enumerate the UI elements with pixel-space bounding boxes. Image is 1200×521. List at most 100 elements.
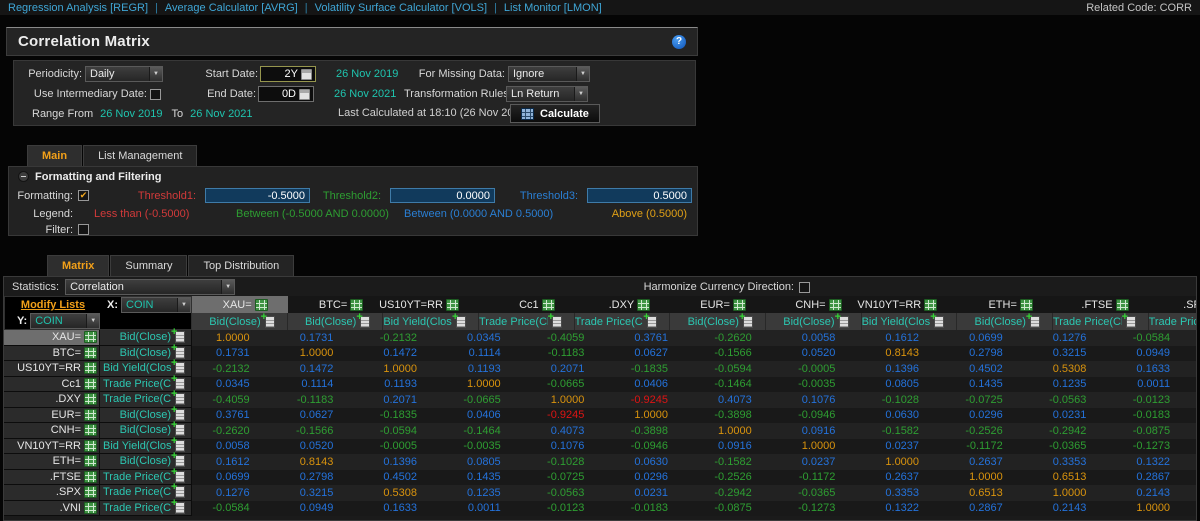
spreadsheet-icon[interactable] [1020,299,1033,311]
row-field-us10yt-rr[interactable]: Bid Yield(Close)+ [100,361,192,377]
col-field-vn10yt-rr[interactable]: Bid Yield(Close)+ [862,313,958,330]
add-field-icon[interactable]: + [839,316,849,328]
periodicity-dropdown[interactable]: Daily ▼ [85,66,163,82]
row-header-cnh[interactable]: CNH= [4,423,100,439]
col-header-us10yt-rr[interactable]: US10YT=RR [383,296,479,313]
intermediary-date-checkbox[interactable] [150,89,161,100]
row-header-us10yt-rr[interactable]: US10YT=RR [4,361,100,377]
harmonize-checkbox[interactable] [799,282,810,293]
add-field-icon[interactable]: + [552,316,562,328]
x-list-dropdown[interactable]: COIN ▼ [121,297,191,313]
row-field-cc1[interactable]: Trade Price(Clos+ [100,377,192,393]
add-field-icon[interactable]: + [934,316,944,328]
spreadsheet-icon[interactable] [84,471,97,483]
col-header-btc[interactable]: BTC= [288,296,384,313]
help-icon[interactable]: ? [672,35,686,49]
end-date-input[interactable] [262,88,296,100]
col-header-spx[interactable]: .SPX [1149,296,1197,313]
col-header-ftse[interactable]: .FTSE [1053,296,1149,313]
col-field-spx[interactable]: Trade Price(Clos+ [1149,313,1197,330]
spreadsheet-icon[interactable] [255,299,268,311]
nav-link-volatility-surface-calculator-vols[interactable]: Volatility Surface Calculator [VOLS] [315,2,487,14]
calendar-icon[interactable] [299,89,310,100]
row-header-eth[interactable]: ETH= [4,454,100,470]
statistics-dropdown[interactable]: Correlation ▼ [65,279,235,295]
tab-main[interactable]: Main [27,145,82,166]
spreadsheet-icon[interactable] [84,424,97,436]
col-field-eth[interactable]: Bid(Close)+ [957,313,1053,330]
col-field-ftse[interactable]: Trade Price(Clos+ [1053,313,1149,330]
row-header-xau[interactable]: XAU= [4,330,100,346]
collapse-icon[interactable] [18,171,29,182]
start-date-input[interactable] [264,68,298,80]
row-header-vn10yt-rr[interactable]: VN10YT=RR [4,439,100,455]
transformation-dropdown[interactable]: Ln Return ▼ [506,86,588,102]
spreadsheet-icon[interactable] [84,362,97,374]
row-field-cnh[interactable]: Bid(Close)+ [100,423,192,439]
row-field-eth[interactable]: Bid(Close)+ [100,454,192,470]
spreadsheet-icon[interactable] [446,299,459,311]
start-date-field[interactable] [260,66,316,82]
tab-summary[interactable]: Summary [110,255,187,276]
spreadsheet-icon[interactable] [924,299,937,311]
row-field-eur[interactable]: Bid(Close)+ [100,408,192,424]
row-field-vni[interactable]: Trade Price(Clos+ [100,501,192,517]
calculate-button[interactable]: Calculate [510,104,600,123]
row-field-btc[interactable]: Bid(Close)+ [100,346,192,362]
end-date-field[interactable] [258,86,314,102]
y-list-dropdown[interactable]: COIN ▼ [30,313,100,329]
add-field-icon[interactable]: + [360,316,370,328]
add-field-icon[interactable]: + [647,316,657,328]
add-field-icon[interactable]: + [1126,316,1136,328]
threshold2-input[interactable] [390,188,495,203]
tab-list-management[interactable]: List Management [83,145,197,166]
add-field-icon[interactable]: + [743,316,753,328]
row-header-btc[interactable]: BTC= [4,346,100,362]
row-header-spx[interactable]: .SPX [4,485,100,501]
col-header-cnh[interactable]: CNH= [766,296,862,313]
missing-data-dropdown[interactable]: Ignore ▼ [508,66,590,82]
col-field-eur[interactable]: Bid(Close)+ [670,313,766,330]
threshold3-input[interactable] [587,188,692,203]
nav-link-list-monitor-lmon[interactable]: List Monitor [LMON] [504,2,602,14]
spreadsheet-icon[interactable] [350,299,363,311]
col-header-cc1[interactable]: Cc1 [479,296,575,313]
spreadsheet-icon[interactable] [84,486,97,498]
row-header-cc1[interactable]: Cc1 [4,377,100,393]
row-field-ftse[interactable]: Trade Price(Clos+ [100,470,192,486]
col-field-us10yt-rr[interactable]: Bid Yield(Close)+ [383,313,479,330]
col-header-eur[interactable]: EUR= [670,296,766,313]
col-field-cc1[interactable]: Trade Price(Clos+ [479,313,575,330]
spreadsheet-icon[interactable] [1116,299,1129,311]
nav-link-average-calculator-avrg[interactable]: Average Calculator [AVRG] [165,2,298,14]
col-header-vn10yt-rr[interactable]: VN10YT=RR [862,296,958,313]
calendar-icon[interactable] [301,69,312,80]
row-field-dxy[interactable]: Trade Price(Clos+ [100,392,192,408]
add-field-icon[interactable]: + [265,316,275,328]
col-field-cnh[interactable]: Bid(Close)+ [766,313,862,330]
modify-lists-link[interactable]: Modify Lists [5,299,101,311]
tab-matrix[interactable]: Matrix [47,255,109,276]
spreadsheet-icon[interactable] [84,409,97,421]
spreadsheet-icon[interactable] [84,378,97,390]
row-header-vni[interactable]: .VNI [4,501,100,517]
add-field-icon[interactable]: + [1030,316,1040,328]
col-header-eth[interactable]: ETH= [957,296,1053,313]
col-field-btc[interactable]: Bid(Close)+ [288,313,384,330]
spreadsheet-icon[interactable] [829,299,842,311]
spreadsheet-icon[interactable] [542,299,555,311]
spreadsheet-icon[interactable] [84,393,97,405]
row-field-xau[interactable]: Bid(Close)+ [100,330,192,346]
col-field-dxy[interactable]: Trade Price(Clos+ [575,313,671,330]
col-header-xau[interactable]: XAU= [192,296,288,313]
spreadsheet-icon[interactable] [733,299,746,311]
spreadsheet-icon[interactable] [84,440,97,452]
threshold1-input[interactable] [205,188,310,203]
col-header-dxy[interactable]: .DXY [575,296,671,313]
row-field-spx[interactable]: Trade Price(Clos+ [100,485,192,501]
row-header-ftse[interactable]: .FTSE [4,470,100,486]
nav-link-regression-analysis-regr[interactable]: Regression Analysis [REGR] [8,2,148,14]
spreadsheet-icon[interactable] [637,299,650,311]
row-header-eur[interactable]: EUR= [4,408,100,424]
spreadsheet-icon[interactable] [84,331,97,343]
